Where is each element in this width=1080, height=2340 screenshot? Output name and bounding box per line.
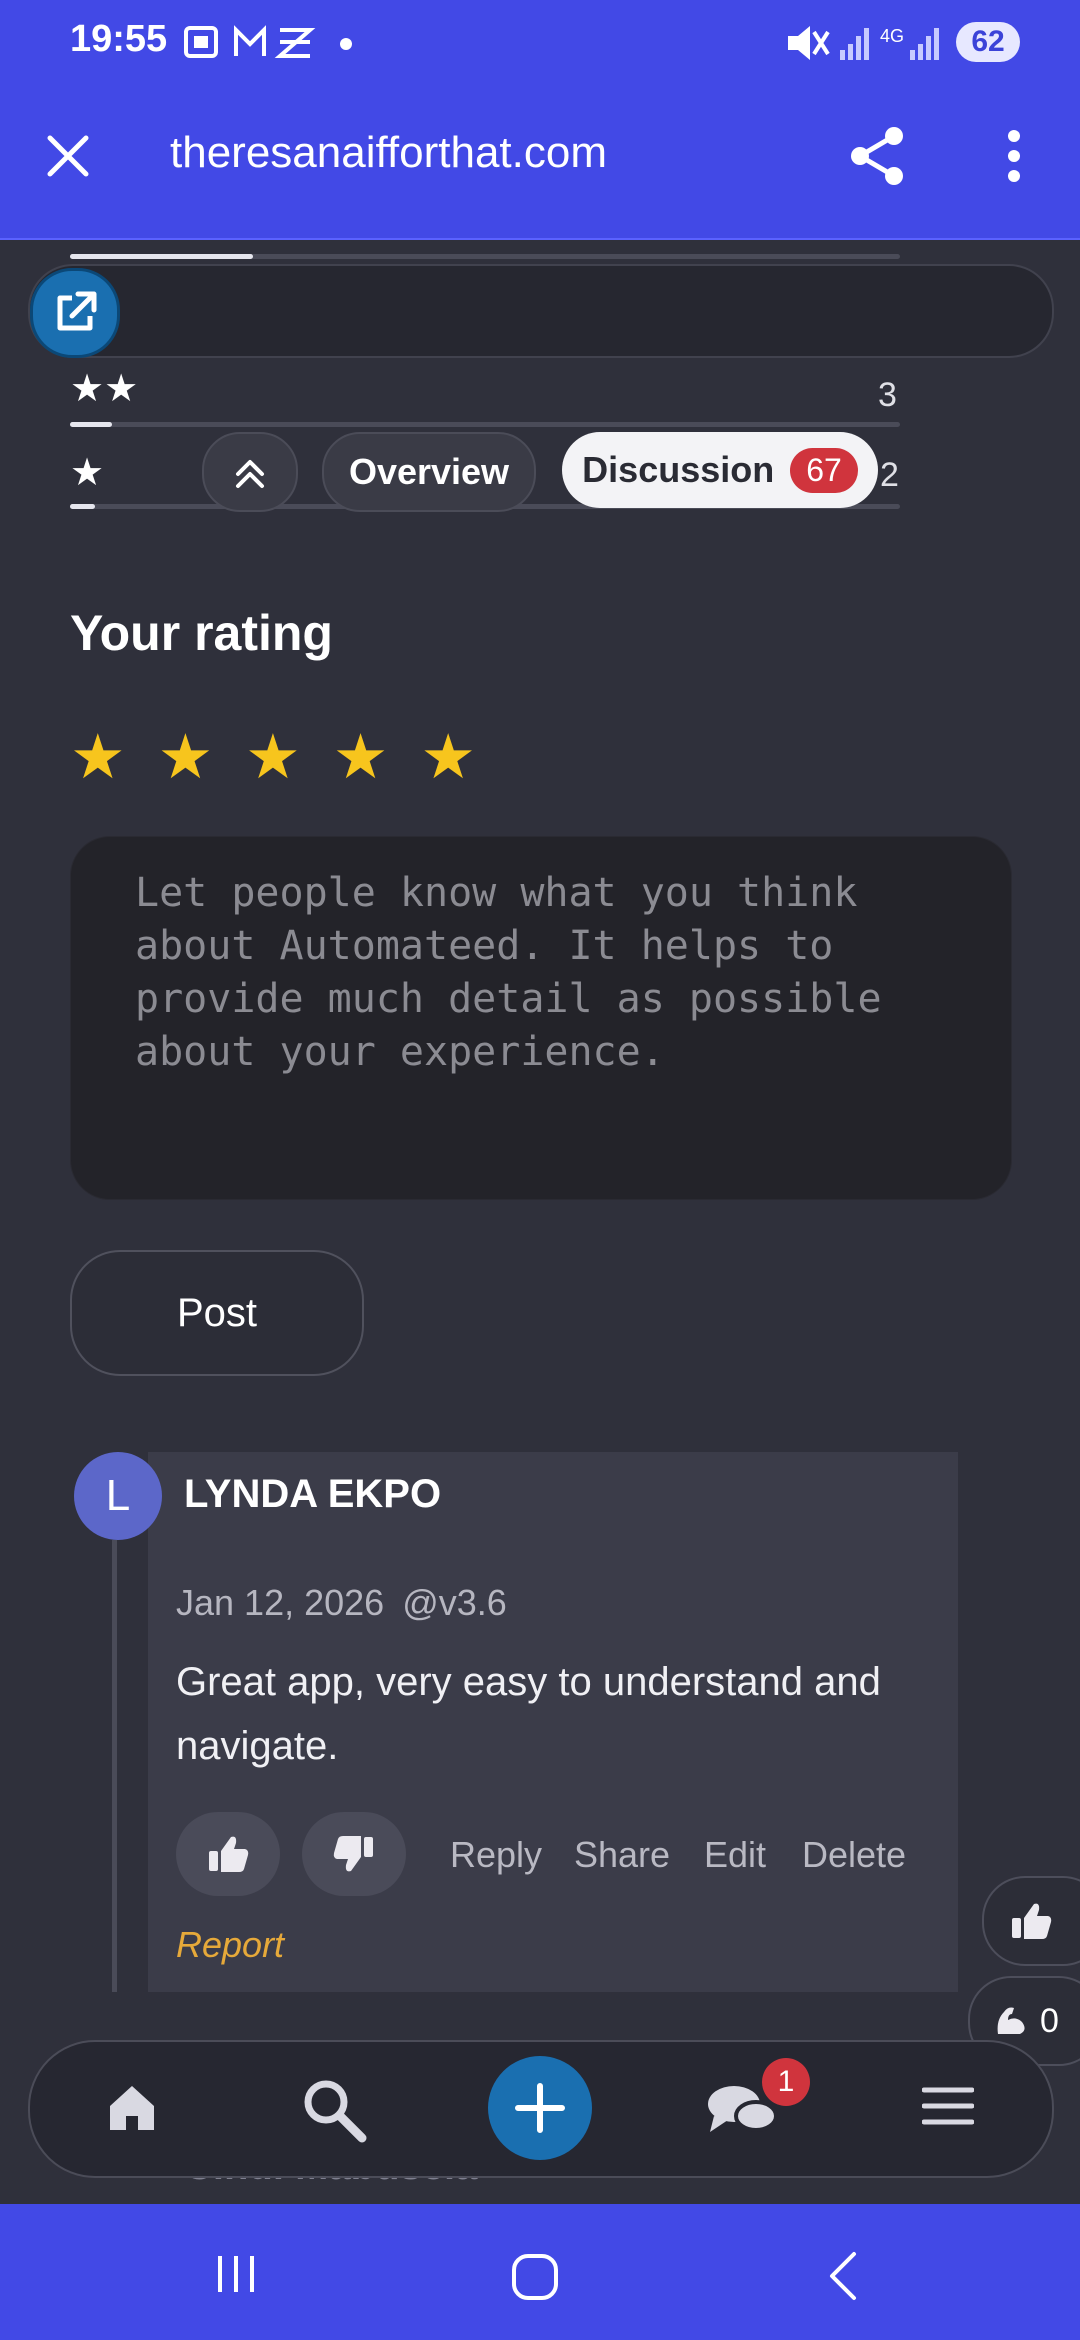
- rating-bar-4: [70, 254, 900, 259]
- external-link-bar[interactable]: [28, 264, 1054, 358]
- discussion-count-badge: 67: [790, 447, 858, 493]
- rating-row-1-count: 2: [880, 456, 899, 494]
- delete-link[interactable]: Delete: [802, 1834, 906, 1876]
- reply-link[interactable]: Reply: [450, 1834, 542, 1876]
- share-icon[interactable]: [848, 124, 908, 188]
- comment-text: Great app, very easy to understand and n…: [176, 1660, 881, 1768]
- svg-text:4G: 4G: [880, 26, 904, 46]
- search-icon[interactable]: [300, 2076, 370, 2146]
- recent-apps-icon[interactable]: [214, 2252, 258, 2296]
- chevrons-up-icon: [236, 460, 264, 488]
- your-rating-title: Your rating: [70, 605, 333, 661]
- comment-author[interactable]: LYNDA EKPO: [184, 1472, 441, 1517]
- upvote-button[interactable]: [176, 1812, 280, 1896]
- tab-overview-label: Overview: [348, 451, 510, 492]
- thread-line: [112, 1540, 117, 1992]
- comment-date: Jan 12, 2026: [176, 1582, 385, 1623]
- edit-link[interactable]: Edit: [704, 1834, 766, 1876]
- review-textarea[interactable]: Let people know what you think about Aut…: [70, 836, 1012, 1200]
- scroll-top-button[interactable]: [202, 432, 298, 512]
- external-link-button[interactable]: [30, 268, 120, 358]
- review-placeholder: Let people know what you think about Aut…: [135, 870, 882, 1075]
- home-icon[interactable]: [106, 2082, 158, 2134]
- side-like-button[interactable]: [982, 1876, 1080, 1966]
- hamburger-menu-icon[interactable]: [922, 2084, 974, 2128]
- comment-version: @v3.6: [402, 1582, 507, 1623]
- status-time: 19:55: [70, 18, 168, 60]
- share-link[interactable]: Share: [574, 1834, 670, 1876]
- flexed-arm-icon: [997, 2007, 1025, 2034]
- external-link-icon: [57, 291, 97, 331]
- post-button[interactable]: Post: [70, 1250, 364, 1376]
- rating-row-4: [70, 238, 900, 259]
- more-vertical-icon[interactable]: [1004, 128, 1024, 184]
- rating-row-1-stars: ★: [70, 452, 105, 494]
- thumbs-down-icon: [333, 1836, 373, 1872]
- tab-discussion[interactable]: Discussion 67: [562, 432, 878, 508]
- messages-badge: 1: [762, 2058, 810, 2106]
- rating-row-2-count: 3: [878, 376, 897, 414]
- tab-overview[interactable]: Overview: [322, 432, 536, 512]
- url-title[interactable]: theresanaifforthat.com: [170, 128, 607, 178]
- rating-bar-2: [70, 422, 900, 427]
- battery-indicator: 62: [956, 22, 1020, 62]
- report-link[interactable]: Report: [176, 1924, 284, 1966]
- close-icon[interactable]: [46, 134, 90, 178]
- thumbs-up-icon: [209, 1836, 249, 1872]
- signal-icons: 4G: [788, 26, 939, 60]
- rating-row-2-stars: ★★: [70, 368, 139, 410]
- home-nav-icon[interactable]: [510, 2252, 562, 2304]
- post-button-label: Post: [176, 1290, 258, 1335]
- rating-stars-input[interactable]: ★★★★★: [70, 720, 508, 793]
- comment-meta: Jan 12, 2026 @v3.6: [176, 1582, 507, 1624]
- flex-count: 0: [1040, 2002, 1059, 2040]
- add-button[interactable]: [488, 2056, 592, 2160]
- plus-icon: [515, 2083, 565, 2133]
- thumbs-up-icon: [1012, 1903, 1052, 1939]
- notification-icons: [184, 25, 352, 58]
- downvote-button[interactable]: [302, 1812, 406, 1896]
- tab-discussion-label: Discussion: [582, 449, 775, 490]
- back-icon[interactable]: [822, 2248, 862, 2304]
- avatar[interactable]: L: [74, 1452, 162, 1540]
